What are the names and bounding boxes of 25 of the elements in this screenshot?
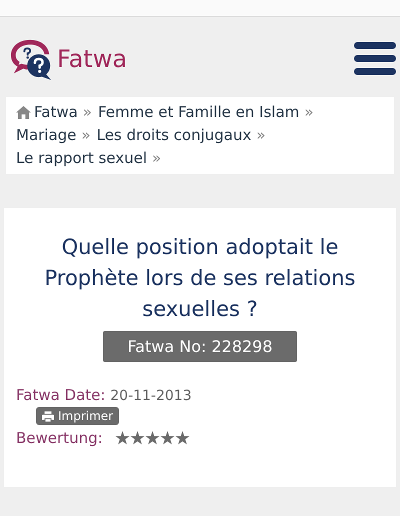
breadcrumb-link[interactable]: Femme et Famille en Islam <box>98 102 300 122</box>
print-button[interactable]: Imprimer <box>36 407 120 425</box>
breadcrumb-link[interactable]: Fatwa <box>34 102 78 122</box>
breadcrumb-link[interactable]: Mariage <box>16 125 76 145</box>
star-icon <box>160 431 175 445</box>
breadcrumb-separator: » <box>81 125 91 145</box>
date-label: Fatwa Date: <box>16 386 106 404</box>
menu-icon[interactable] <box>354 42 396 76</box>
star-icon <box>130 431 145 445</box>
printer-icon <box>42 410 54 422</box>
star-icon <box>174 431 190 445</box>
article-title: Quelle position adoptait le Prophète lors de ses relations sexuelles ? <box>43 234 356 323</box>
rating-label: Bewertung: <box>16 429 103 447</box>
star-icon <box>144 431 160 445</box>
logo-text[interactable]: Fatwa <box>57 45 128 73</box>
breadcrumb-separator: » <box>152 148 162 168</box>
breadcrumb-link[interactable]: Les droits conjugaux <box>96 125 252 145</box>
breadcrumb-link[interactable]: Le rapport sexuel <box>16 148 148 168</box>
fatwa-number: Fatwa No: 228298 <box>103 331 297 362</box>
home-icon <box>16 106 31 118</box>
date-value: 20-11-2013 <box>110 388 192 404</box>
breadcrumb-separator: » <box>256 125 266 145</box>
breadcrumb-separator: » <box>304 102 314 122</box>
star-icon <box>114 431 130 445</box>
breadcrumb-separator: » <box>82 102 92 122</box>
